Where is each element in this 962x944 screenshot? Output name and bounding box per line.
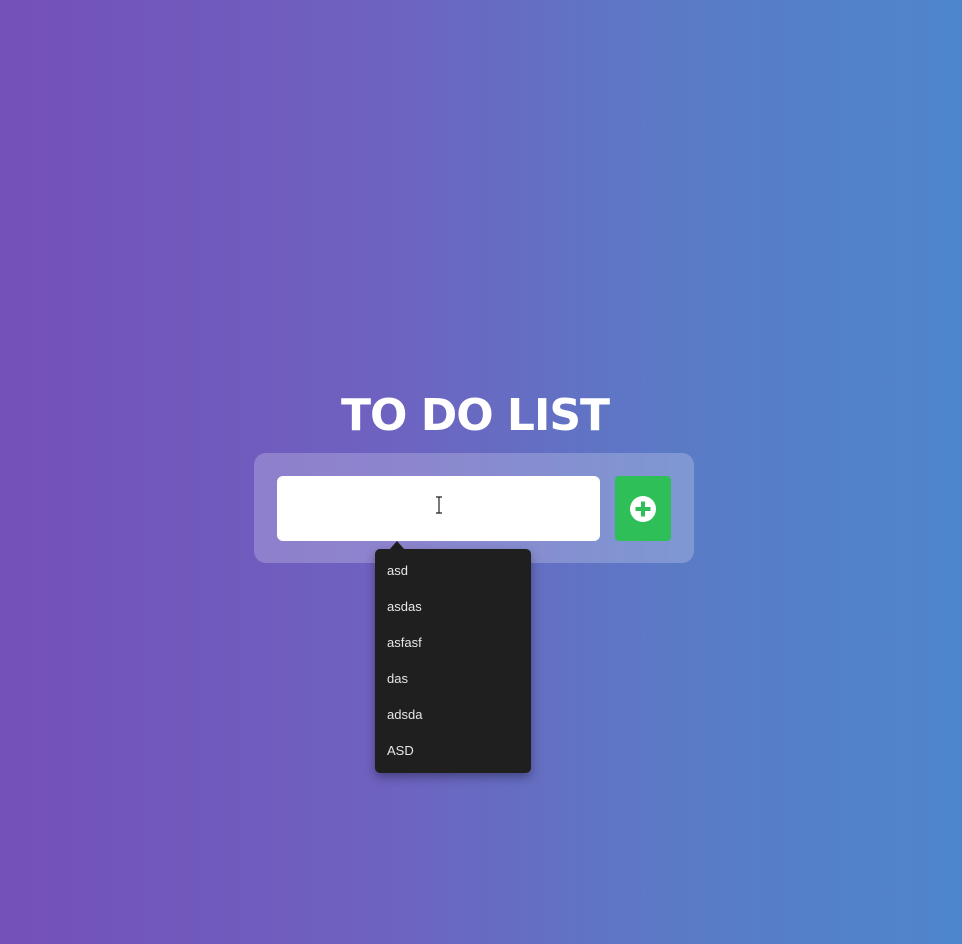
autocomplete-item[interactable]: asd — [375, 553, 531, 589]
autocomplete-item[interactable]: asfasf — [375, 625, 531, 661]
autocomplete-item[interactable]: ASD — [375, 733, 531, 769]
autocomplete-item[interactable]: adsda — [375, 697, 531, 733]
text-cursor-icon — [436, 496, 442, 514]
plus-circle-icon — [630, 495, 656, 522]
autocomplete-item[interactable]: das — [375, 661, 531, 697]
add-task-button[interactable] — [615, 476, 671, 541]
autocomplete-item[interactable]: asdas — [375, 589, 531, 625]
autocomplete-dropdown: asd asdas asfasf das adsda ASD — [375, 549, 531, 773]
page-title: TO DO LIST — [340, 390, 610, 442]
